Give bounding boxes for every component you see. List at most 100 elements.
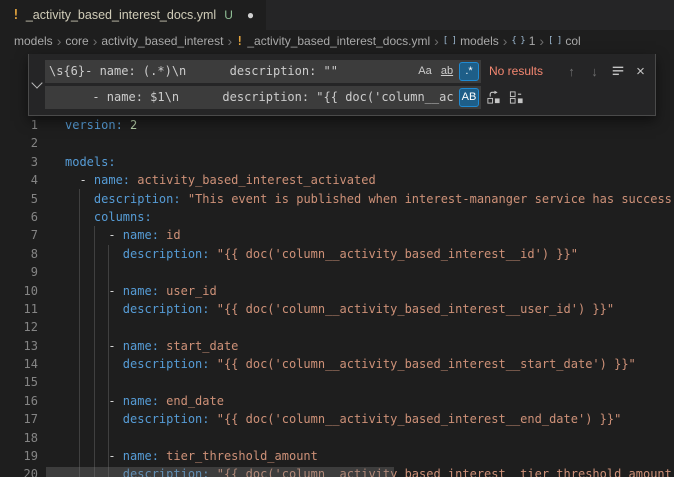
line-number[interactable]: 14: [0, 355, 38, 373]
selection-lines-icon: [611, 64, 625, 78]
line-number[interactable]: 12: [0, 318, 38, 336]
code-line[interactable]: 3models:: [0, 153, 674, 171]
unsaved-dot-icon[interactable]: ●: [247, 8, 254, 22]
code-line[interactable]: 13 - name: start_date: [0, 337, 674, 355]
line-number[interactable]: 4: [0, 171, 38, 189]
find-row: Aa ab .* No results ↑ ↓ ×: [45, 59, 651, 83]
git-untracked-badge: U: [224, 8, 233, 22]
line-number[interactable]: 2: [0, 134, 38, 152]
code-line[interactable]: 17 description: "{{ doc('column__activit…: [0, 410, 674, 428]
breadcrumb-separator-icon: ›: [57, 34, 62, 48]
code-text: [38, 373, 65, 391]
preserve-case-button[interactable]: AB: [459, 88, 479, 107]
whole-word-button[interactable]: ab: [437, 62, 457, 81]
line-number[interactable]: 1: [0, 116, 38, 134]
breadcrumb-separator-icon: ›: [434, 34, 439, 48]
line-number[interactable]: 10: [0, 282, 38, 300]
code-text: description: "{{ doc('column__activity_b…: [38, 410, 621, 428]
line-number[interactable]: 20: [0, 465, 38, 477]
breadcrumb-item[interactable]: core: [65, 34, 88, 48]
line-number[interactable]: 3: [0, 153, 38, 171]
breadcrumb-item[interactable]: [ ] col: [548, 34, 581, 48]
code-text: - name: id: [38, 226, 181, 244]
breadcrumb-separator-icon: ›: [227, 34, 232, 48]
breadcrumb-separator-icon: ›: [93, 34, 98, 48]
find-in-selection-button[interactable]: [607, 61, 628, 82]
code-line[interactable]: 11 description: "{{ doc('column__activit…: [0, 300, 674, 318]
code-line[interactable]: 12: [0, 318, 674, 336]
breadcrumb-label: activity_based_interest: [101, 34, 223, 48]
line-number[interactable]: 16: [0, 392, 38, 410]
breadcrumb-item[interactable]: activity_based_interest: [101, 34, 223, 48]
next-match-button[interactable]: ↓: [584, 61, 605, 82]
code-text: - name: activity_based_interest_activate…: [38, 171, 376, 189]
breadcrumb-item[interactable]: ! _activity_based_interest_docs.yml: [236, 34, 430, 48]
line-number[interactable]: 17: [0, 410, 38, 428]
previous-match-button[interactable]: ↑: [561, 61, 582, 82]
breadcrumb: models›core›activity_based_interest›!_ac…: [0, 30, 674, 52]
replace-all-button[interactable]: [506, 87, 527, 108]
code-text: description: "This event is published wh…: [38, 190, 672, 208]
code-text: - name: tier_threshold_amount: [38, 447, 318, 465]
code-text: version: 2: [38, 116, 137, 134]
code-line[interactable]: 2: [0, 134, 674, 152]
editor-tab[interactable]: ! _activity_based_interest_docs.yml U ●: [0, 0, 266, 30]
code-line[interactable]: 16 - name: end_date: [0, 392, 674, 410]
toggle-replace-chevron-icon[interactable]: [29, 54, 44, 115]
code-text: columns:: [38, 208, 152, 226]
code-text: description: "{{ doc('column__activity_b…: [38, 245, 578, 263]
object-symbol-icon: { }: [511, 36, 524, 46]
code-line[interactable]: 4 - name: activity_based_interest_activa…: [0, 171, 674, 189]
replace-all-icon: [509, 90, 524, 105]
code-line[interactable]: 10 - name: user_id: [0, 282, 674, 300]
breadcrumb-label: _activity_based_interest_docs.yml: [247, 34, 430, 48]
array-symbol-icon: [ ]: [443, 36, 456, 46]
line-number[interactable]: 7: [0, 226, 38, 244]
match-case-button[interactable]: Aa: [415, 62, 435, 81]
code-line[interactable]: 9: [0, 263, 674, 281]
line-number[interactable]: 19: [0, 447, 38, 465]
code-line[interactable]: 19 - name: tier_threshold_amount: [0, 447, 674, 465]
code-text: - name: end_date: [38, 392, 224, 410]
replace-button[interactable]: [483, 87, 504, 108]
find-replace-widget: Aa ab .* No results ↑ ↓ × AB: [28, 54, 656, 116]
code-line[interactable]: 7 - name: id: [0, 226, 674, 244]
code-text: [38, 429, 65, 447]
code-text: [38, 134, 65, 152]
horizontal-scrollbar[interactable]: [46, 467, 394, 477]
code-text: description: "{{ doc('column__activity_b…: [38, 300, 614, 318]
breadcrumb-separator-icon: ›: [503, 34, 508, 48]
code-line[interactable]: 14 description: "{{ doc('column__activit…: [0, 355, 674, 373]
regex-button[interactable]: .*: [459, 62, 479, 81]
code-line[interactable]: 18: [0, 429, 674, 447]
line-number[interactable]: 5: [0, 190, 38, 208]
breadcrumb-label: col: [565, 34, 580, 48]
tab-filename: _activity_based_interest_docs.yml: [26, 8, 216, 22]
breadcrumb-label: models: [460, 34, 499, 48]
breadcrumb-label: core: [65, 34, 88, 48]
code-line[interactable]: 5 description: "This event is published …: [0, 190, 674, 208]
code-text: [38, 318, 65, 336]
line-number[interactable]: 13: [0, 337, 38, 355]
code-text: - name: start_date: [38, 337, 238, 355]
line-number[interactable]: 11: [0, 300, 38, 318]
close-find-button[interactable]: ×: [630, 61, 651, 82]
line-number[interactable]: 18: [0, 429, 38, 447]
breadcrumb-item[interactable]: models: [14, 34, 53, 48]
tab-bar: ! _activity_based_interest_docs.yml U ●: [0, 0, 674, 30]
code-line[interactable]: 8 description: "{{ doc('column__activity…: [0, 245, 674, 263]
line-number[interactable]: 15: [0, 373, 38, 391]
warning-symbol-icon: !: [236, 34, 243, 48]
code-text: models:: [38, 153, 116, 171]
code-line[interactable]: 1version: 2: [0, 116, 674, 134]
line-number[interactable]: 8: [0, 245, 38, 263]
breadcrumb-item[interactable]: [ ] models: [443, 34, 499, 48]
line-number[interactable]: 9: [0, 263, 38, 281]
line-number[interactable]: 6: [0, 208, 38, 226]
replace-input[interactable]: [45, 86, 481, 109]
code-line[interactable]: 6 columns:: [0, 208, 674, 226]
breadcrumb-item[interactable]: { }1: [511, 34, 535, 48]
array-symbol-icon: [ ]: [548, 36, 561, 46]
code-line[interactable]: 15: [0, 373, 674, 391]
code-lines: 1version: 223models:4 - name: activity_b…: [0, 116, 674, 477]
